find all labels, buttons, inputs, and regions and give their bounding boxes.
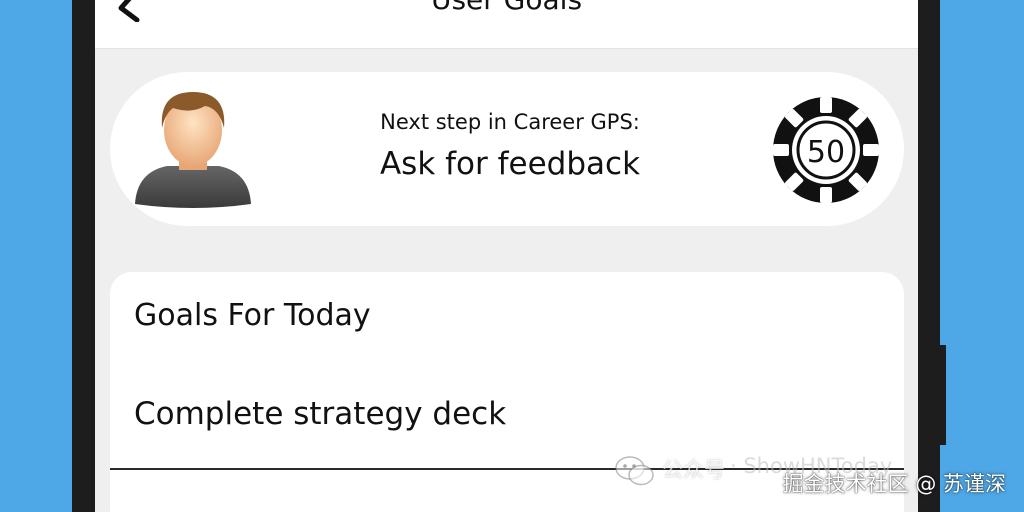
watermark-account: 公众号	[662, 458, 725, 482]
wechat-icon	[615, 456, 654, 486]
page-title: User Goals	[95, 0, 918, 16]
career-gps-card[interactable]: Next step in Career GPS: Ask for feedbac…	[110, 72, 904, 226]
phone-side-button	[938, 345, 946, 445]
app-screen: User Goals Next step in Career GPS: Ask …	[95, 0, 918, 512]
goal-item[interactable]: Complete strategy deck	[134, 396, 506, 432]
user-avatar-icon	[135, 92, 251, 208]
chip-value: 50	[807, 135, 845, 170]
nav-bar: User Goals	[95, 0, 918, 49]
career-gps-text: Next step in Career GPS: Ask for feedbac…	[270, 110, 750, 182]
watermark-credit: 掘金技术社区 @ 苏谨深	[782, 472, 1006, 496]
goals-heading: Goals For Today	[134, 298, 371, 333]
next-step-text: Ask for feedback	[379, 146, 641, 182]
poker-chip-icon: 50	[771, 95, 881, 205]
career-gps-label: Next step in Career GPS:	[380, 110, 640, 134]
watermark: 公众号 · ShowHNToday 掘金技术社区 @ 苏谨深	[612, 452, 1012, 504]
